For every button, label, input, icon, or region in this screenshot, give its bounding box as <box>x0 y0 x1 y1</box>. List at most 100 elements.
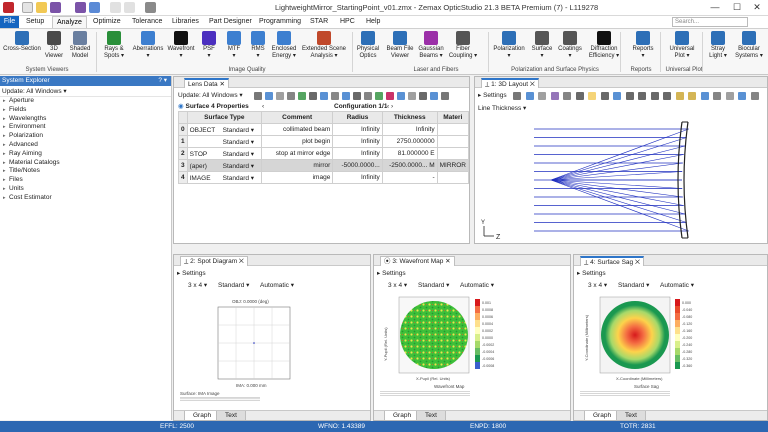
settings-button[interactable]: ▸ Settings <box>478 90 507 101</box>
text-tab[interactable]: Text <box>616 411 646 420</box>
cross-section-button[interactable]: Cross-Section <box>2 31 42 53</box>
tab-lens-data[interactable]: Lens Data ✕ <box>184 78 229 88</box>
toolbar-tool-icon[interactable] <box>430 92 438 100</box>
surface-type-dropdown[interactable]: Standard ▾ <box>223 139 254 146</box>
surface-type-cell[interactable]: OBJECT Standard ▾ <box>186 123 263 136</box>
menu-optimize[interactable]: Optimize <box>89 16 125 28</box>
radius-cell[interactable]: -5000.0000... <box>332 159 383 172</box>
lde-update-dropdown[interactable]: Update: All Windows ▾ <box>178 90 243 101</box>
graph-tab[interactable]: Graph <box>584 411 621 420</box>
redo-icon[interactable] <box>124 2 135 13</box>
sidebar-item-environment[interactable]: ▸ Environment <box>0 123 171 132</box>
menu-programming[interactable]: Programming <box>255 16 305 28</box>
toolbar-tool-icon[interactable] <box>397 92 405 100</box>
sidebar-item-units[interactable]: ▸ Units <box>0 185 171 194</box>
toolbar-tool-icon[interactable] <box>276 92 284 100</box>
toolbar-tool-icon[interactable] <box>588 92 596 100</box>
open-file-icon[interactable] <box>36 2 47 13</box>
sidebar-item-wavelengths[interactable]: ▸ Wavelengths <box>0 115 171 124</box>
surface-type-dropdown[interactable]: Standard ▾ <box>223 127 254 134</box>
thickness-cell[interactable]: -2500.0000... M <box>381 159 438 172</box>
toolbar-tool-icon[interactable] <box>563 92 571 100</box>
aberrations-button[interactable]: Aberrations ▾ <box>131 31 165 59</box>
toolbar-tool-icon[interactable] <box>613 92 621 100</box>
material-cell[interactable] <box>436 123 469 136</box>
comment-cell[interactable]: plot begin <box>260 135 334 148</box>
reports-button[interactable]: Reports ▾ <box>628 31 658 59</box>
sidebar-item-polarization[interactable]: ▸ Polarization <box>0 132 171 141</box>
toolbar-tool-icon[interactable] <box>265 92 273 100</box>
save-icon[interactable] <box>50 2 61 13</box>
diffraction-efficiency-button[interactable]: Diffraction Efficiency ▾ <box>586 31 622 59</box>
biocular-button[interactable]: Biocular Systems ▾ <box>734 31 764 59</box>
radius-cell[interactable]: Infinity <box>332 123 383 136</box>
toolbar-tool-icon[interactable] <box>538 92 546 100</box>
beam-file-viewer-button[interactable]: Beam File Viewer <box>386 31 414 59</box>
text-tab[interactable]: Text <box>416 411 446 420</box>
close-button[interactable]: ✕ <box>746 0 768 16</box>
toolbar-tool-icon[interactable] <box>700 92 709 100</box>
toolbar-tool-icon[interactable] <box>441 92 449 100</box>
menu-tolerance[interactable]: Tolerance <box>128 16 166 28</box>
wavefront-button[interactable]: Wavefront ▾ <box>166 31 196 59</box>
material-cell[interactable]: MIRROR <box>436 159 469 172</box>
scale-dropdown[interactable]: Automatic ▾ <box>260 280 294 291</box>
toolbar-tool-icon[interactable] <box>688 92 696 100</box>
settings-button[interactable]: ▸ Settings <box>377 268 406 279</box>
toolbar-tool-icon[interactable] <box>600 92 609 100</box>
toolbar-tool-icon[interactable] <box>638 92 646 100</box>
polarization-button[interactable]: Polarization ▾ <box>492 31 526 59</box>
toolbar-tool-icon[interactable] <box>320 92 328 100</box>
radius-cell[interactable]: Infinity <box>332 135 383 148</box>
archive-icon[interactable] <box>89 2 100 13</box>
toolbar-tool-icon[interactable] <box>513 92 521 100</box>
close-icon[interactable]: ✕ <box>219 81 224 88</box>
surface-type-dropdown[interactable]: Standard ▾ <box>223 163 254 170</box>
thickness-cell[interactable]: 81.000000 E <box>381 147 438 160</box>
tab-spot-diagram[interactable]: ⟂ 2: Spot Diagram ✕ <box>180 256 248 266</box>
toolbar-tool-icon[interactable] <box>342 92 350 100</box>
mode-dropdown[interactable]: Standard ▾ <box>618 280 649 291</box>
grid-dropdown[interactable]: 3 x 4 ▾ <box>388 280 407 291</box>
menu-libraries[interactable]: Libraries <box>168 16 203 28</box>
tab-wavefront-map[interactable]: ⦿ 3: Wavefront Map ✕ <box>380 256 455 266</box>
rms-button[interactable]: RMS ▾ <box>248 31 268 59</box>
radius-cell[interactable]: Infinity <box>332 147 383 160</box>
toolbar-tool-icon[interactable] <box>625 92 634 100</box>
scale-dropdown[interactable]: Automatic ▾ <box>660 280 694 291</box>
toolbar-tool-icon[interactable] <box>575 92 584 100</box>
new-file-icon[interactable] <box>22 2 33 13</box>
thickness-cell[interactable]: Infinity <box>381 123 438 136</box>
toolbar-tool-icon[interactable] <box>675 92 684 100</box>
print-icon[interactable] <box>145 2 156 13</box>
menu-setup[interactable]: Setup <box>22 16 48 28</box>
toolbar-tool-icon[interactable] <box>713 92 721 100</box>
toolbar-tool-icon[interactable] <box>663 92 671 100</box>
comment-cell[interactable]: image <box>260 171 334 184</box>
minimize-button[interactable]: — <box>704 0 726 16</box>
surface-type-cell[interactable]: Standard ▾ <box>186 135 263 148</box>
toolbar-tool-icon[interactable] <box>298 92 306 100</box>
surface-button[interactable]: Surface ▾ <box>530 31 554 59</box>
surface-type-cell[interactable]: IMAGE Standard ▾ <box>186 171 263 184</box>
toolbar-tool-icon[interactable] <box>364 92 372 100</box>
table-row[interactable]: 0 OBJECT Standard ▾ collimated beam Infinity… <box>178 123 469 136</box>
table-row[interactable]: 1 Standard ▾ plot begin Infinity 2750.000000 <box>178 135 469 148</box>
toolbar-tool-icon[interactable] <box>375 92 383 100</box>
toolbar-tool-icon[interactable] <box>353 92 361 100</box>
help-icon[interactable]: ? ▾ <box>158 76 167 86</box>
sidebar-item-cost-estimator[interactable]: ▸ Cost Estimator <box>0 194 171 203</box>
undo-icon[interactable] <box>110 2 121 13</box>
graph-tab[interactable]: Graph <box>384 411 421 420</box>
close-icon[interactable]: ✕ <box>237 258 244 265</box>
search-input[interactable]: Search... <box>672 17 748 27</box>
menu-star[interactable]: STAR <box>306 16 332 28</box>
sidebar-item-fields[interactable]: ▸ Fields <box>0 106 171 115</box>
toolbar-tool-icon[interactable] <box>550 92 559 100</box>
mtf-button[interactable]: MTF ▾ <box>224 31 244 59</box>
gaussian-beams-button[interactable]: Gaussian Beams ▾ <box>416 31 446 59</box>
toolbar-tool-icon[interactable] <box>386 92 394 100</box>
close-icon[interactable]: ✕ <box>443 258 450 265</box>
tab-surface-sag[interactable]: ⟂ 4: Surface Sag ✕ <box>580 256 644 266</box>
toolbar-tool-icon[interactable] <box>287 92 295 100</box>
